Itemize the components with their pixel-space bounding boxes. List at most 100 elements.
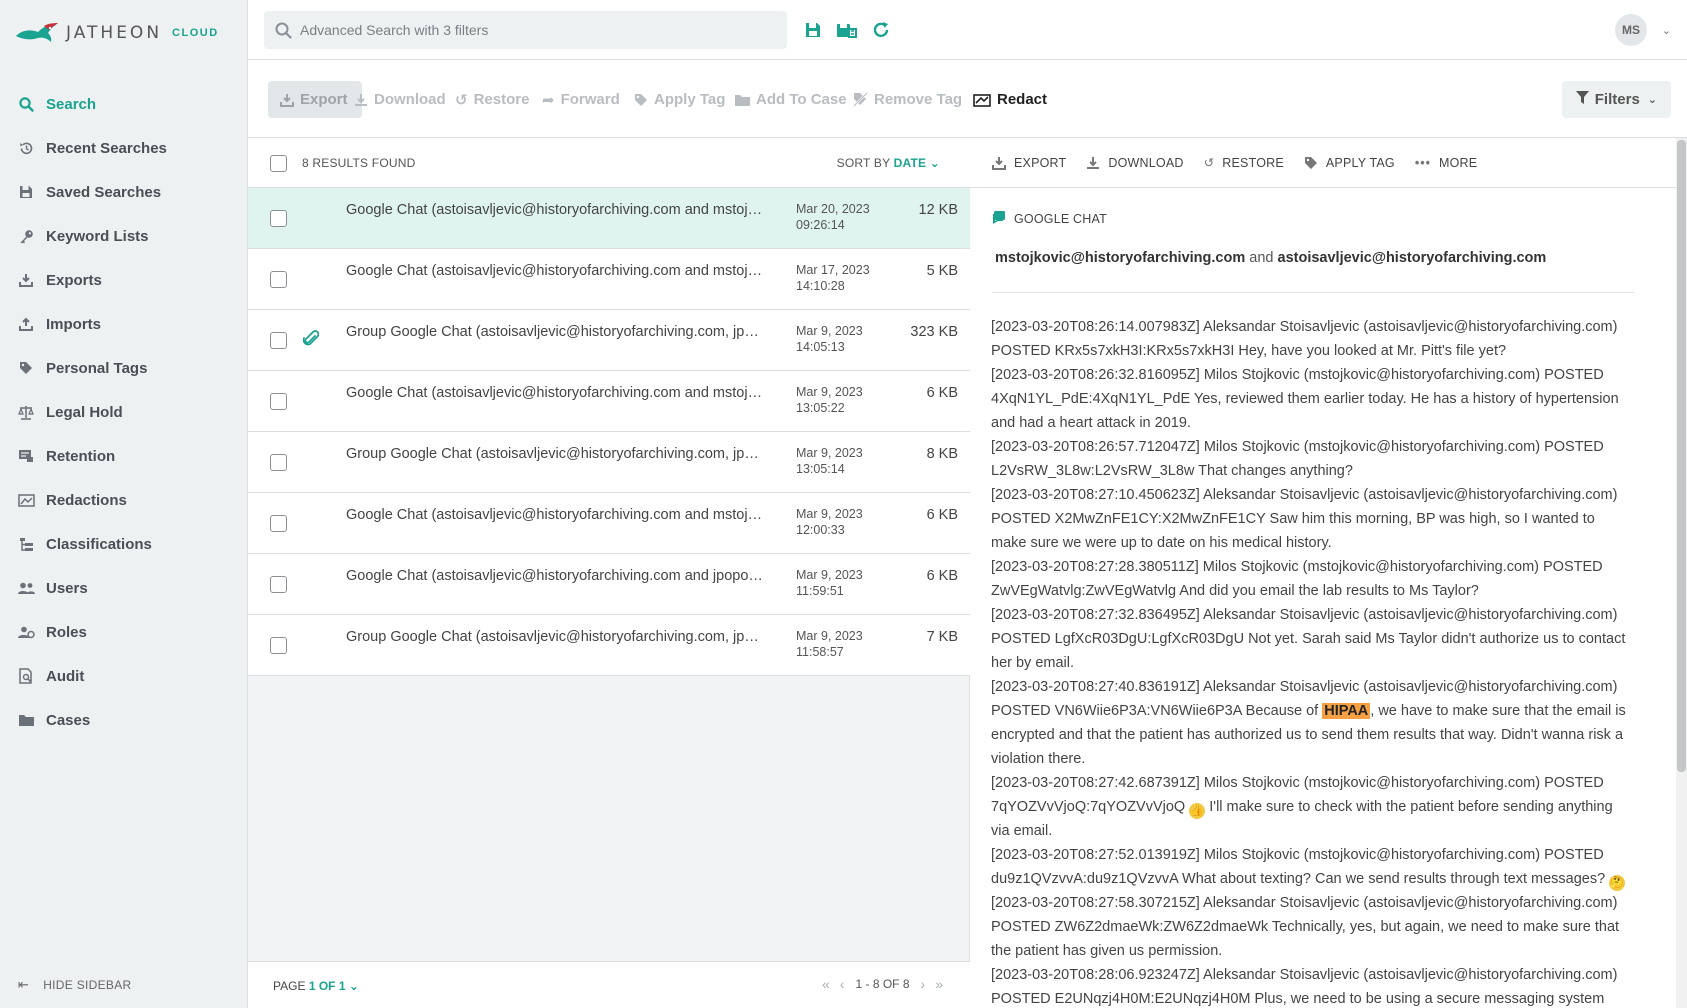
result-subject: Google Chat (astoisavljevic@historyofarc…: [346, 568, 766, 584]
sidebar-item-personal-tags[interactable]: Personal Tags: [0, 346, 248, 390]
roles-icon: [17, 623, 35, 641]
sidebar-item-imports[interactable]: Imports: [0, 302, 248, 346]
row-checkbox[interactable]: [270, 576, 287, 593]
row-checkbox[interactable]: [270, 332, 287, 349]
sidebar-item-label: Exports: [46, 271, 102, 289]
row-checkbox[interactable]: [270, 210, 287, 227]
sidebar-item-label: Imports: [46, 315, 102, 333]
result-row[interactable]: Google Chat (astoisavljevic@historyofarc…: [248, 554, 970, 615]
scrollbar-thumb[interactable]: [1677, 140, 1686, 772]
select-all-checkbox[interactable]: [270, 155, 287, 172]
user-avatar[interactable]: MS: [1615, 14, 1647, 46]
sidebar-item-classifications[interactable]: Classifications: [0, 522, 248, 566]
folder-icon: [17, 711, 35, 729]
sidebar-item-users[interactable]: Users: [0, 566, 248, 610]
row-checkbox[interactable]: [270, 454, 287, 471]
result-row[interactable]: Group Google Chat (astoisavljevic@histor…: [248, 432, 970, 493]
message-type: GOOGLE CHAT: [992, 210, 1107, 227]
sidebar-item-exports[interactable]: Exports: [0, 258, 248, 302]
emoji-icon: 🤔: [1609, 875, 1626, 891]
forward-label: Forward: [560, 91, 620, 108]
forward-button[interactable]: ➦ Forward: [542, 81, 620, 118]
sidebar-item-cases[interactable]: Cases: [0, 698, 248, 742]
funnel-icon: [1575, 91, 1589, 108]
sidebar-item-roles[interactable]: Roles: [0, 610, 248, 654]
result-row[interactable]: Google Chat (astoisavljevic@historyofarc…: [248, 493, 970, 554]
sidebar-item-recent-searches[interactable]: Recent Searches: [0, 126, 248, 170]
row-checkbox[interactable]: [270, 637, 287, 654]
sidebar-item-label: Cases: [46, 711, 91, 729]
preview-more-button[interactable]: ••• MORE: [1415, 156, 1477, 170]
chat-message: [2023-03-20T08:27:32.836495Z] Aleksandar…: [991, 607, 1626, 671]
result-row[interactable]: Group Google Chat (astoisavljevic@histor…: [248, 310, 970, 371]
save-as-icon: [837, 24, 857, 38]
prev-page-icon[interactable]: ‹: [840, 976, 845, 992]
filters-button[interactable]: Filters ⌄: [1561, 81, 1671, 118]
download-icon: [354, 93, 368, 107]
apply-tag-label: Apply Tag: [654, 91, 726, 108]
preview-more-label: MORE: [1439, 155, 1478, 170]
sidebar-item-label: Audit: [46, 667, 85, 685]
sort-by-dropdown[interactable]: SORT BY DATE ⌄: [837, 156, 940, 170]
sort-by-prefix: SORT BY: [836, 156, 891, 170]
result-date: Mar 9, 2023 11:58:57: [796, 628, 863, 660]
sidebar-item-audit[interactable]: Audit: [0, 654, 248, 698]
page-selector[interactable]: PAGE 1 OF 1 ⌄: [273, 979, 359, 993]
forward-icon: ➦: [542, 91, 555, 109]
restore-button[interactable]: ↺ Restore: [455, 81, 529, 118]
chat-message: [2023-03-20T08:26:57.712047Z] Milos Stoj…: [991, 439, 1604, 479]
retention-icon: [17, 447, 35, 465]
download-tray-icon: [280, 93, 294, 107]
sidebar-item-label: Legal Hold: [46, 403, 123, 421]
add-to-case-button[interactable]: Add To Case: [735, 81, 847, 118]
result-row[interactable]: Google Chat (astoisavljevic@historyofarc…: [248, 249, 970, 310]
chevron-down-icon[interactable]: ⌄: [1662, 24, 1671, 37]
result-row[interactable]: Google Chat (astoisavljevic@historyofarc…: [248, 188, 970, 249]
sidebar-item-label: Users: [46, 579, 88, 597]
sidebar-item-search[interactable]: Search: [0, 82, 248, 126]
redact-button[interactable]: Redact: [973, 81, 1047, 118]
sidebar-item-retention[interactable]: Retention: [0, 434, 248, 478]
tag-icon: [1304, 156, 1318, 170]
sidebar-item-label: Retention: [46, 447, 116, 465]
row-checkbox[interactable]: [270, 393, 287, 410]
save-search-button[interactable]: [801, 18, 825, 42]
download-button[interactable]: Download: [354, 81, 446, 118]
preview-restore-button[interactable]: ↺ RESTORE: [1204, 155, 1284, 171]
apply-tag-button[interactable]: Apply Tag: [634, 81, 725, 118]
result-row[interactable]: Group Google Chat (astoisavljevic@histor…: [248, 615, 970, 676]
result-date: Mar 17, 2023 14:10:28: [796, 262, 870, 294]
preview-scrollbar[interactable]: [1676, 138, 1687, 1008]
hide-sidebar-button[interactable]: ⇤ HIDE SIDEBAR: [18, 977, 132, 993]
sidebar-item-legal-hold[interactable]: Legal Hold: [0, 390, 248, 434]
row-checkbox[interactable]: [270, 271, 287, 288]
floppy-save-icon: [806, 23, 820, 37]
tag-icon: [17, 359, 35, 377]
preview-export-button[interactable]: EXPORT: [992, 156, 1066, 170]
next-page-icon[interactable]: ›: [921, 976, 926, 992]
result-date: Mar 20, 2023 09:26:14: [796, 201, 870, 233]
sidebar: JATHEON CLOUD Search Recent Searches Saved…: [0, 0, 248, 1008]
result-date: Mar 9, 2023 11:59:51: [796, 567, 863, 599]
last-page-icon[interactable]: »: [935, 976, 943, 992]
sidebar-item-redactions[interactable]: Redactions: [0, 478, 248, 522]
sidebar-item-keyword-lists[interactable]: Keyword Lists: [0, 214, 248, 258]
save-icon: [17, 183, 35, 201]
export-button[interactable]: Export: [268, 81, 362, 118]
preview-download-button[interactable]: DOWNLOAD: [1086, 156, 1183, 170]
sidebar-item-saved-searches[interactable]: Saved Searches: [0, 170, 248, 214]
result-row[interactable]: Google Chat (astoisavljevic@historyofarc…: [248, 371, 970, 432]
refresh-button[interactable]: [869, 18, 893, 42]
chat-message: [2023-03-20T08:27:42.687391Z] Milos Stoj…: [991, 771, 1631, 843]
search-box[interactable]: [264, 11, 787, 49]
first-page-icon[interactable]: «: [822, 976, 830, 992]
row-checkbox[interactable]: [270, 515, 287, 532]
result-size: 6 KB: [926, 568, 958, 584]
logo[interactable]: JATHEON CLOUD: [14, 18, 219, 48]
search-input[interactable]: [300, 22, 780, 38]
save-as-search-button[interactable]: [835, 18, 859, 42]
preview-apply-tag-button[interactable]: APPLY TAG: [1304, 156, 1395, 170]
remove-tag-button[interactable]: Remove Tag: [853, 81, 962, 118]
preview-apply-tag-label: APPLY TAG: [1325, 155, 1395, 170]
result-date-time: 14:10:28: [796, 279, 845, 293]
